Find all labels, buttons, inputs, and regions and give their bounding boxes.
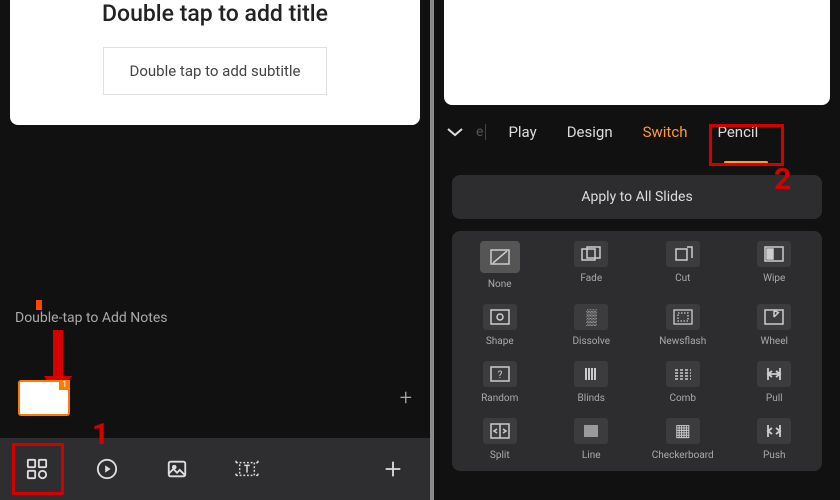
svg-text:?: ? bbox=[497, 370, 502, 381]
left-screenshot: Double tap to add title Double tap to ad… bbox=[0, 0, 430, 500]
transition-newsflash[interactable]: Newsflash bbox=[637, 304, 729, 347]
tab-design[interactable]: Design bbox=[555, 117, 625, 147]
wipe-icon bbox=[757, 241, 791, 267]
transition-label: Line bbox=[582, 450, 601, 461]
pull-icon bbox=[757, 361, 791, 387]
transition-pull[interactable]: Pull bbox=[729, 361, 821, 404]
truncated-tab-hint: e bbox=[476, 124, 486, 140]
transitions-panel: None Fade Cut Wipe Shape ▒ Dissolve bbox=[452, 231, 822, 471]
transition-label: Blinds bbox=[578, 393, 605, 404]
slide-title-placeholder[interactable]: Double tap to add title bbox=[102, 0, 328, 27]
transition-shape[interactable]: Shape bbox=[454, 304, 546, 347]
transition-split[interactable]: Split bbox=[454, 418, 546, 461]
transition-label: Newsflash bbox=[659, 336, 706, 347]
transition-label: Fade bbox=[580, 273, 602, 284]
transition-label: Random bbox=[481, 393, 518, 404]
transition-label: Checkerboard bbox=[652, 450, 714, 461]
annotation-arrow bbox=[53, 330, 63, 378]
none-icon bbox=[480, 241, 520, 273]
slide-canvas-collapsed[interactable] bbox=[444, 0, 830, 105]
transition-wipe[interactable]: Wipe bbox=[729, 241, 821, 290]
notes-placeholder[interactable]: Double-tap to Add Notes bbox=[15, 310, 167, 326]
transition-label: Shape bbox=[486, 336, 514, 347]
cut-icon bbox=[666, 241, 700, 267]
slide-subtitle-placeholder[interactable]: Double tap to add subtitle bbox=[103, 47, 328, 95]
transition-line[interactable]: Line bbox=[546, 418, 638, 461]
transition-push[interactable]: Push bbox=[729, 418, 821, 461]
right-screenshot: e Play Design Switch Pencil 2 Apply to A… bbox=[434, 0, 840, 500]
transition-label: Push bbox=[763, 450, 786, 461]
transition-none[interactable]: None bbox=[454, 241, 546, 290]
annotation-highlight-box-2 bbox=[709, 124, 784, 166]
transition-comb[interactable]: Comb bbox=[637, 361, 729, 404]
annotation-number-1: 1 bbox=[92, 417, 109, 452]
slide-thumbnail-1[interactable] bbox=[18, 380, 70, 416]
transition-blinds[interactable]: Blinds bbox=[546, 361, 638, 404]
transition-label: Wheel bbox=[761, 336, 788, 347]
transition-fade[interactable]: Fade bbox=[546, 241, 638, 290]
play-icon[interactable] bbox=[94, 456, 120, 482]
comb-icon bbox=[666, 361, 700, 387]
transitions-grid: None Fade Cut Wipe Shape ▒ Dissolve bbox=[454, 241, 820, 461]
text-box-icon[interactable] bbox=[234, 456, 260, 482]
tab-switch[interactable]: Switch bbox=[631, 117, 700, 147]
transition-checkerboard[interactable]: ▦ Checkerboard bbox=[637, 418, 729, 461]
transition-random[interactable]: ? Random bbox=[454, 361, 546, 404]
transition-label: None bbox=[488, 279, 512, 290]
shape-icon bbox=[483, 304, 517, 330]
transition-label: Pull bbox=[766, 393, 783, 404]
slide-canvas[interactable]: Double tap to add title Double tap to ad… bbox=[10, 0, 420, 125]
image-icon[interactable] bbox=[164, 456, 190, 482]
transition-label: Wipe bbox=[763, 273, 785, 284]
transition-label: Comb bbox=[669, 393, 696, 404]
random-icon: ? bbox=[483, 361, 517, 387]
transition-wheel[interactable]: Wheel bbox=[729, 304, 821, 347]
slide-thumbnail-strip: + bbox=[0, 380, 430, 416]
tab-play[interactable]: Play bbox=[496, 117, 548, 147]
transition-label: Cut bbox=[675, 273, 690, 284]
fade-icon bbox=[574, 241, 608, 267]
transition-label: Dissolve bbox=[572, 336, 610, 347]
transition-dissolve[interactable]: ▒ Dissolve bbox=[546, 304, 638, 347]
transition-cut[interactable]: Cut bbox=[637, 241, 729, 290]
split-icon bbox=[483, 418, 517, 444]
bottom-toolbar bbox=[0, 438, 430, 500]
dissolve-icon: ▒ bbox=[574, 304, 608, 330]
add-icon[interactable] bbox=[380, 456, 406, 482]
checkerboard-icon: ▦ bbox=[666, 418, 700, 444]
line-icon bbox=[574, 418, 608, 444]
apply-to-all-slides-button[interactable]: Apply to All Slides bbox=[452, 175, 822, 219]
transition-label: Split bbox=[490, 450, 510, 461]
wheel-icon bbox=[757, 304, 791, 330]
annotation-number-2: 2 bbox=[774, 162, 791, 197]
blinds-icon bbox=[574, 361, 608, 387]
annotation-highlight-box-1 bbox=[12, 443, 64, 495]
newsflash-icon bbox=[666, 304, 700, 330]
add-slide-button[interactable]: + bbox=[400, 386, 412, 411]
push-icon bbox=[757, 418, 791, 444]
collapse-panel-icon[interactable] bbox=[440, 122, 470, 142]
bookmark-indicator bbox=[36, 300, 42, 310]
